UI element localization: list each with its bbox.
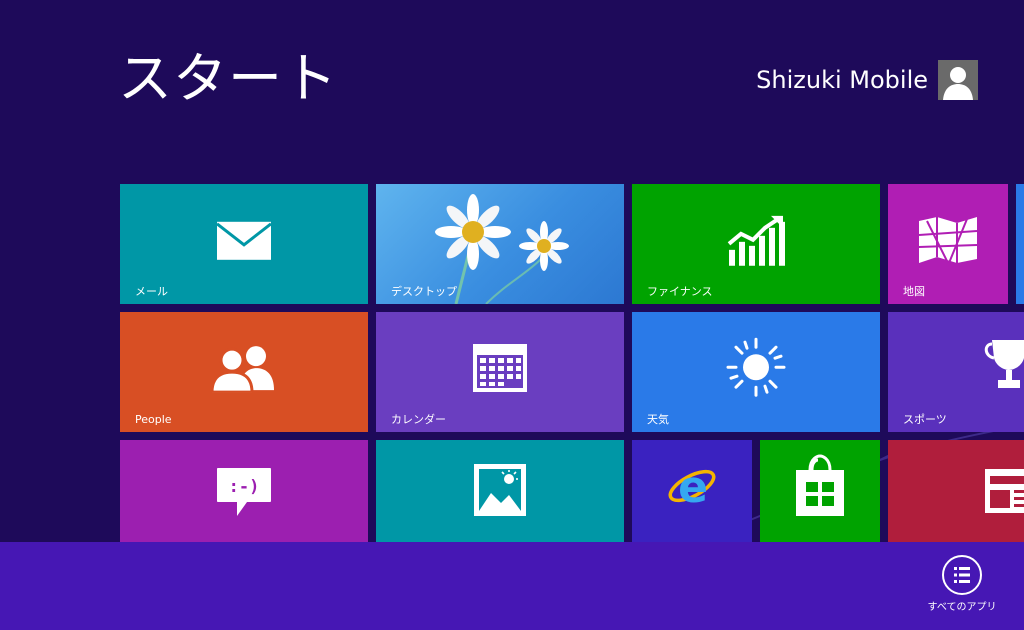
avatar[interactable]	[938, 60, 978, 100]
trophy-icon	[984, 340, 1024, 388]
people-icon	[212, 346, 274, 393]
tile-label: メール	[135, 285, 168, 298]
tile-label: People	[135, 413, 172, 426]
tile-store[interactable]	[760, 440, 880, 542]
tile-photos[interactable]	[376, 440, 624, 542]
store-bag-icon	[796, 454, 844, 516]
page-title: スタート	[118, 47, 338, 110]
tile-news[interactable]	[888, 440, 1024, 542]
all-apps-button[interactable]: すべてのアプリ	[926, 555, 998, 615]
all-apps-label: すべてのアプリ	[927, 602, 997, 613]
tile-partial-right-1[interactable]	[1016, 184, 1024, 304]
tile-label: 天気	[647, 413, 669, 426]
tile-label: デスクトップ	[391, 285, 457, 298]
tile-finance[interactable]: ファイナンス	[632, 184, 880, 304]
newspaper-icon	[985, 469, 1024, 513]
smiley-speech-bubble-icon: :-)	[217, 468, 271, 516]
user-account[interactable]: Shizuki Mobile	[756, 60, 978, 100]
list-circle-icon	[942, 555, 982, 595]
internet-explorer-icon: e	[668, 462, 716, 512]
tile-mail[interactable]: メール	[120, 184, 368, 304]
calendar-icon	[473, 344, 527, 392]
tile-people[interactable]: People	[120, 312, 368, 432]
user-name: Shizuki Mobile	[756, 66, 928, 94]
map-icon	[918, 217, 978, 264]
tile-label: カレンダー	[391, 413, 446, 426]
tile-messaging[interactable]: :-)	[120, 440, 368, 542]
tile-label: スポーツ	[903, 413, 947, 426]
rising-chart-icon	[727, 215, 785, 266]
sun-icon	[726, 337, 786, 397]
tile-maps[interactable]: 地図	[888, 184, 1008, 304]
svg-text:e: e	[678, 462, 708, 512]
svg-text::-): :-)	[229, 477, 260, 497]
tile-label: 地図	[903, 285, 925, 298]
picture-icon	[474, 464, 526, 516]
tile-label: ファイナンス	[647, 285, 713, 298]
start-screen: スタート Shizuki Mobile メール デスクトップ ファイナンス 地図…	[0, 0, 1024, 630]
tile-weather[interactable]: 天気	[632, 312, 880, 432]
tile-sports[interactable]: スポーツ	[888, 312, 1024, 432]
envelope-icon	[216, 221, 272, 260]
tile-calendar[interactable]: カレンダー	[376, 312, 624, 432]
tile-internet-explorer[interactable]: e	[632, 440, 752, 542]
tile-desktop[interactable]: デスクトップ	[376, 184, 624, 304]
user-silhouette-icon	[938, 60, 978, 100]
app-bar: すべてのアプリ	[0, 542, 1024, 630]
